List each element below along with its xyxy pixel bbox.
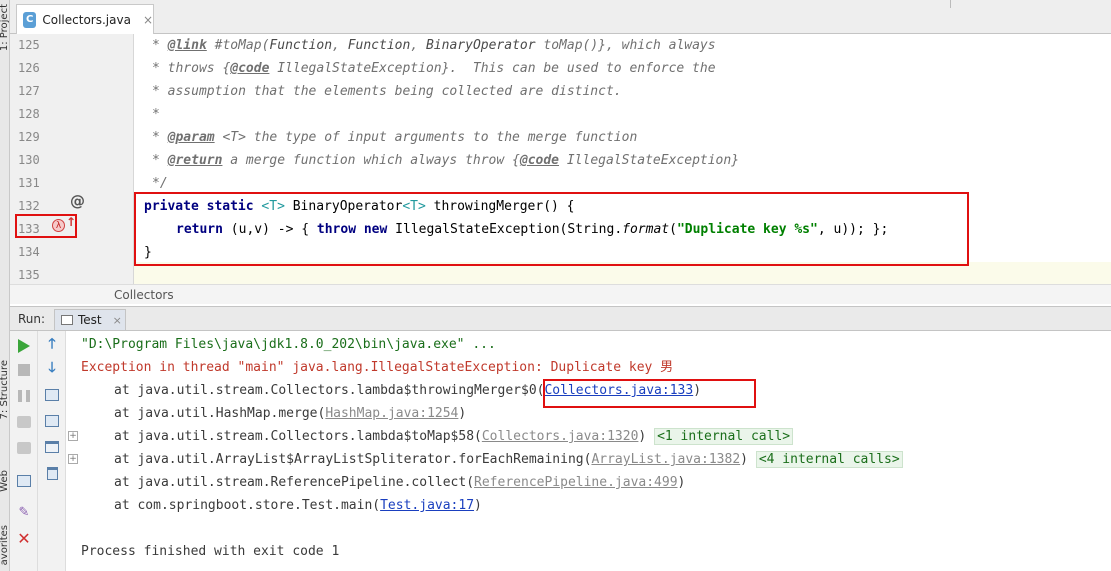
- folded-internal-calls[interactable]: <4 internal calls>: [755, 451, 903, 468]
- line-number: 130: [18, 153, 40, 167]
- trash-icon: [46, 466, 58, 480]
- scroll-to-end-icon: [45, 415, 59, 427]
- console-command-line: "D:\Program Files\java\jdk1.8.0_202\bin\…: [81, 337, 496, 352]
- console-highlight-box: [543, 379, 756, 408]
- stack-trace-line: at java.util.stream.Collectors.lambda$to…: [114, 425, 794, 448]
- exit-icon: [17, 442, 31, 454]
- project-tool-button[interactable]: 1: Project: [0, 4, 9, 51]
- stack-trace-link[interactable]: Collectors.java:1320: [482, 429, 639, 444]
- line-number: 132: [18, 199, 40, 213]
- web-tool-button[interactable]: Web: [0, 470, 9, 492]
- dump-threads-button[interactable]: [15, 413, 33, 431]
- arrow-up-icon: 🡑: [48, 336, 56, 352]
- stack-trace-link[interactable]: ReferencePipeline.java:499: [474, 475, 678, 490]
- editor-tab-bar: C Collectors.java ×: [10, 0, 1111, 34]
- scroll-down-button[interactable]: 🡓: [43, 360, 61, 378]
- structure-tool-button[interactable]: 7: Structure: [0, 360, 9, 419]
- pause-button[interactable]: [15, 387, 33, 405]
- favorites-tool-button[interactable]: avorites: [0, 525, 9, 565]
- close-icon: ✕: [17, 528, 31, 548]
- arrow-down-icon: 🡓: [48, 360, 56, 376]
- stack-trace-link[interactable]: HashMap.java:1254: [325, 406, 458, 421]
- code-line-127: * assumption that the elements being col…: [152, 84, 622, 99]
- tab-divider: [950, 0, 951, 8]
- stack-trace-line: at com.springboot.store.Test.main(Test.j…: [114, 498, 482, 513]
- code-line-125: * @link #toMap(Function, Function, Binar…: [152, 38, 716, 53]
- breadcrumb[interactable]: Collectors: [10, 284, 1111, 304]
- restore-layout-button[interactable]: [15, 472, 33, 490]
- exit-button[interactable]: [15, 439, 33, 457]
- run-tab-test[interactable]: Test ×: [54, 309, 126, 331]
- pin-button[interactable]: ✎: [15, 503, 33, 521]
- close-icon[interactable]: ×: [113, 314, 122, 327]
- folded-internal-calls[interactable]: <1 internal call>: [654, 428, 794, 445]
- print-icon: [45, 441, 59, 453]
- close-run-button[interactable]: ✕: [15, 528, 33, 548]
- code-line-130: * @return a merge function which always …: [152, 153, 740, 168]
- line-number: 131: [18, 176, 40, 190]
- run-toolbar-primary: ✎ ✕: [10, 331, 38, 571]
- stop-button[interactable]: [15, 361, 33, 379]
- ide-window: 1: Project 7: Structure Web avorites C C…: [0, 0, 1111, 571]
- console-exception-line: Exception in thread "main" java.lang.Ill…: [81, 360, 674, 375]
- run-tool-header: Run: Test ×: [10, 306, 1111, 331]
- left-tool-strip: 1: Project 7: Structure Web avorites: [0, 0, 10, 571]
- run-toolbar-secondary: 🡑 🡓: [38, 331, 66, 571]
- line-number: 134: [18, 245, 40, 259]
- console-output[interactable]: "D:\Program Files\java\jdk1.8.0_202\bin\…: [66, 331, 1111, 571]
- code-area[interactable]: * @link #toMap(Function, Function, Binar…: [134, 34, 1111, 284]
- line-number: 125: [18, 38, 40, 52]
- code-line-126: * throws {@code IllegalStateException}. …: [152, 61, 716, 76]
- scroll-up-button[interactable]: 🡑: [43, 336, 61, 354]
- stack-trace-line: at java.util.ArrayList$ArrayListSplitera…: [114, 448, 903, 471]
- line-number: 129: [18, 130, 40, 144]
- run-config-icon: [61, 315, 73, 325]
- stop-icon: [18, 364, 30, 376]
- soft-wrap-icon: [45, 389, 59, 401]
- camera-icon: [17, 416, 31, 428]
- stack-trace-line: at java.util.stream.ReferencePipeline.co…: [114, 475, 686, 490]
- run-label: Run:: [18, 312, 46, 326]
- pin-icon: ✎: [18, 504, 30, 520]
- layout-icon: [17, 475, 31, 487]
- clear-all-button[interactable]: [43, 464, 61, 482]
- editor-tab-label: Collectors.java: [42, 12, 131, 27]
- expand-fold-icon[interactable]: +: [68, 431, 78, 441]
- code-editor[interactable]: 125 126 127 128 129 130 131 132 133 134 …: [10, 34, 1111, 284]
- editor-tab-collectors[interactable]: C Collectors.java ×: [16, 4, 154, 34]
- process-finished-line: Process finished with exit code 1: [81, 544, 340, 559]
- line-number: 127: [18, 84, 40, 98]
- run-tab-label: Test: [78, 313, 102, 327]
- line-number: 128: [18, 107, 40, 121]
- pause-icon: [18, 390, 30, 402]
- soft-wrap-button[interactable]: [43, 386, 61, 404]
- code-highlight-box: [134, 192, 969, 266]
- rerun-button[interactable]: [15, 337, 33, 355]
- gutter-highlight-box: [15, 214, 77, 238]
- editor-gutter: 125 126 127 128 129 130 131 132 133 134 …: [10, 34, 134, 284]
- expand-fold-icon[interactable]: +: [68, 454, 78, 464]
- line-number: 135: [18, 268, 40, 282]
- stack-trace-link[interactable]: ArrayList.java:1382: [591, 452, 740, 467]
- code-line-128: *: [152, 107, 160, 122]
- scroll-to-end-button[interactable]: [43, 412, 61, 430]
- close-icon[interactable]: ×: [143, 13, 153, 27]
- stack-trace-link[interactable]: Test.java:17: [380, 498, 474, 513]
- stack-trace-line: at java.util.HashMap.merge(HashMap.java:…: [114, 406, 467, 421]
- java-class-icon: C: [23, 11, 37, 28]
- code-line-129: * @param <T> the type of input arguments…: [152, 130, 638, 145]
- line-number: 126: [18, 61, 40, 75]
- print-button[interactable]: [43, 438, 61, 456]
- annotation-at-icon[interactable]: @: [70, 192, 85, 210]
- play-icon: [18, 339, 30, 353]
